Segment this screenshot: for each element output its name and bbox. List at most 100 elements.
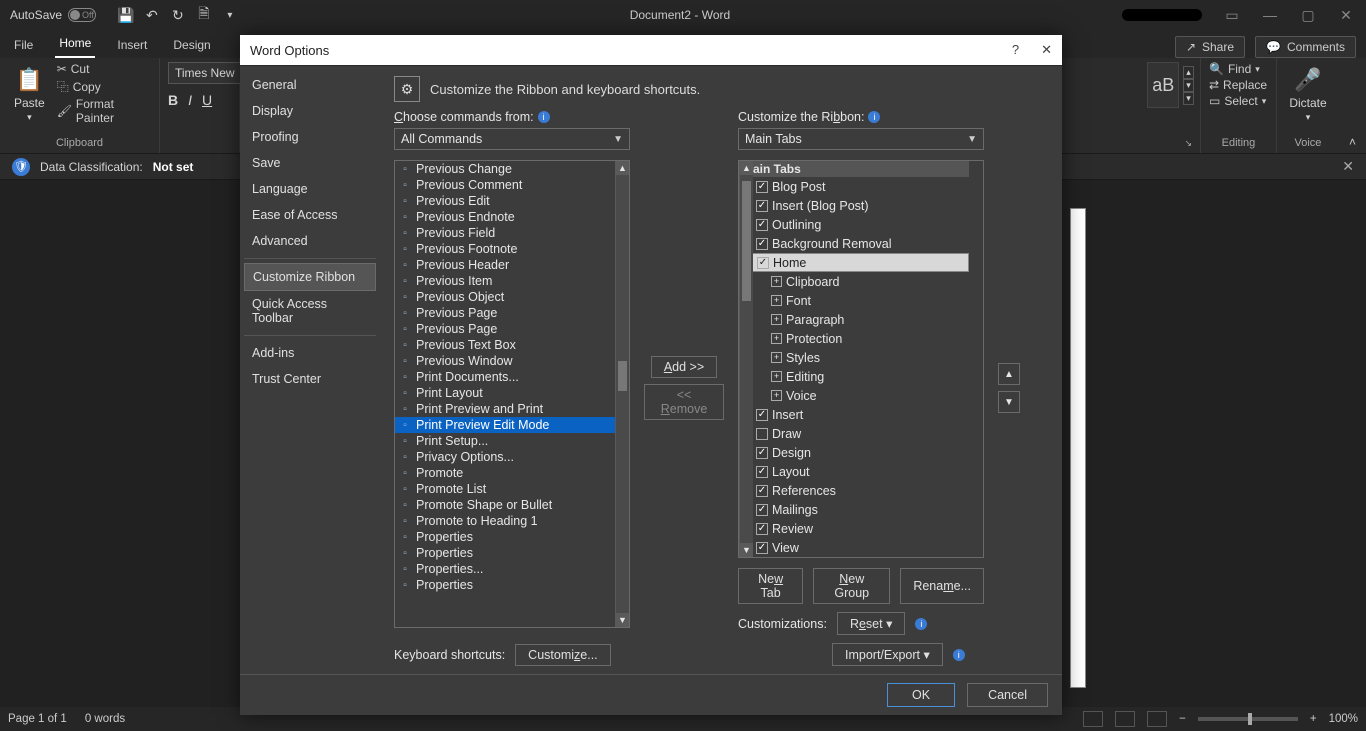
tab-insert[interactable]: Insert (113, 34, 151, 58)
commands-listbox[interactable]: ▫Previous Change▫Previous Comment▫Previo… (394, 160, 630, 628)
tab-home[interactable]: Home (55, 32, 95, 58)
new-group-button[interactable]: New Group (813, 568, 890, 604)
dialog-close-icon[interactable]: ✕ (1041, 42, 1052, 58)
zoom-slider[interactable] (1198, 717, 1298, 721)
tree-node[interactable]: +Insert (739, 405, 969, 424)
command-item[interactable]: ▫Previous Item (395, 273, 615, 289)
sidebar-item-ease-of-access[interactable]: Ease of Access (244, 202, 376, 228)
save-icon[interactable]: 💾 (118, 7, 134, 23)
styles-up-icon[interactable]: ▴ (1183, 66, 1194, 79)
scroll-up-icon[interactable]: ▲ (616, 161, 629, 175)
command-item[interactable]: ▫Previous Window (395, 353, 615, 369)
tree-node[interactable]: +Draw (739, 424, 969, 443)
format-painter-button[interactable]: 🖌Format Painter (57, 97, 151, 125)
cancel-button[interactable]: Cancel (967, 683, 1048, 707)
checkbox[interactable] (756, 447, 768, 459)
italic-button[interactable]: I (188, 92, 192, 108)
copy-button[interactable]: ⿻Copy (57, 78, 151, 95)
tree-node[interactable]: +Font (739, 291, 969, 310)
tree-node[interactable]: +Editing (739, 367, 969, 386)
command-item[interactable]: ▫Previous Field (395, 225, 615, 241)
font-name-combo[interactable]: Times New (168, 62, 248, 84)
document-page[interactable] (1070, 208, 1086, 688)
scroll-down-icon[interactable]: ▼ (740, 543, 753, 557)
checkbox[interactable] (756, 485, 768, 497)
scroll-thumb[interactable] (618, 361, 627, 391)
help-icon[interactable]: ? (1012, 42, 1019, 58)
checkbox[interactable] (756, 428, 768, 440)
ok-button[interactable]: OK (887, 683, 955, 707)
read-mode-icon[interactable] (1083, 711, 1103, 727)
command-item[interactable]: ▫Previous Page (395, 305, 615, 321)
tree-node[interactable]: +Paragraph (739, 310, 969, 329)
command-item[interactable]: ▫Promote (395, 465, 615, 481)
reset-button[interactable]: Reset ▾ (837, 612, 905, 635)
tree-node[interactable]: +Design (739, 443, 969, 462)
sidebar-item-display[interactable]: Display (244, 98, 376, 124)
tree-node[interactable]: +Outlining (739, 215, 969, 234)
sidebar-item-addins[interactable]: Add-ins (244, 340, 376, 366)
command-item[interactable]: ▫Previous Header (395, 257, 615, 273)
new-tab-button[interactable]: New Tab (738, 568, 803, 604)
document-icon[interactable]: 🗎 (196, 7, 212, 23)
tab-file[interactable]: File (10, 34, 37, 58)
command-item[interactable]: ▫Previous Change (395, 161, 615, 177)
command-item[interactable]: ▫Privacy Options... (395, 449, 615, 465)
tree-node[interactable]: +Styles (739, 348, 969, 367)
customize-keyboard-button[interactable]: Customize... (515, 644, 610, 666)
tree-node[interactable]: +Voice (739, 386, 969, 405)
tree-node[interactable]: +Background Removal (739, 234, 969, 253)
dialog-launcher-icon[interactable]: ↘ (1184, 138, 1192, 149)
command-item[interactable]: ▫Promote to Heading 1 (395, 513, 615, 529)
command-item[interactable]: ▫Print Preview and Print (395, 401, 615, 417)
replace-button[interactable]: ⇄Replace (1209, 78, 1267, 92)
find-button[interactable]: 🔍Find ▾ (1209, 62, 1267, 76)
expand-icon[interactable]: + (771, 352, 782, 363)
move-down-button[interactable]: ▼ (998, 391, 1020, 413)
sidebar-item-save[interactable]: Save (244, 150, 376, 176)
expand-icon[interactable]: + (771, 314, 782, 325)
expand-icon[interactable]: + (771, 390, 782, 401)
command-item[interactable]: ▫Previous Text Box (395, 337, 615, 353)
collapse-ribbon-icon[interactable]: ˄ (1339, 131, 1366, 153)
style-box[interactable]: aB (1147, 62, 1179, 108)
ribbon-tree[interactable]: Main Tabs+Blog Post+Insert (Blog Post)+O… (738, 160, 984, 558)
print-layout-icon[interactable] (1115, 711, 1135, 727)
select-button[interactable]: ▭Select ▾ (1209, 94, 1267, 108)
scrollbar[interactable]: ▲ ▼ (739, 161, 753, 557)
web-layout-icon[interactable] (1147, 711, 1167, 727)
command-item[interactable]: ▫Print Documents... (395, 369, 615, 385)
checkbox[interactable] (756, 523, 768, 535)
command-item[interactable]: ▫Properties (395, 545, 615, 561)
import-export-button[interactable]: Import/Export ▾ (832, 643, 943, 666)
close-icon[interactable]: ✕ (1338, 9, 1354, 21)
ribbon-display-icon[interactable]: ▭ (1224, 9, 1240, 21)
scroll-thumb[interactable] (742, 181, 751, 301)
tree-node[interactable]: +Mailings (739, 500, 969, 519)
sidebar-item-advanced[interactable]: Advanced (244, 228, 376, 254)
sidebar-item-trust-center[interactable]: Trust Center (244, 366, 376, 392)
command-item[interactable]: ▫Previous Endnote (395, 209, 615, 225)
scrollbar[interactable]: ▲ ▼ (615, 161, 629, 627)
checkbox[interactable] (757, 257, 769, 269)
tree-node[interactable]: +Insert (Blog Post) (739, 196, 969, 215)
scroll-up-icon[interactable]: ▲ (740, 161, 753, 175)
styles-down-icon[interactable]: ▾ (1183, 79, 1194, 92)
sidebar-item-general[interactable]: General (244, 72, 376, 98)
customize-ribbon-combo[interactable]: Main Tabs ▼ (738, 128, 984, 150)
checkbox[interactable] (756, 409, 768, 421)
command-item[interactable]: ▫Properties... (395, 561, 615, 577)
sidebar-item-language[interactable]: Language (244, 176, 376, 202)
checkbox[interactable] (756, 238, 768, 250)
tree-node[interactable]: +References (739, 481, 969, 500)
command-item[interactable]: ▫Print Preview Edit Mode (395, 417, 615, 433)
command-item[interactable]: ▫Print Setup... (395, 433, 615, 449)
command-item[interactable]: ▫Previous Object (395, 289, 615, 305)
command-item[interactable]: ▫Previous Edit (395, 193, 615, 209)
command-item[interactable]: ▫Print Layout (395, 385, 615, 401)
autosave-control[interactable]: AutoSave Off (10, 8, 94, 22)
dictate-button[interactable]: 🎤 Dictate ▾ (1283, 62, 1332, 127)
command-item[interactable]: ▫Properties (395, 529, 615, 545)
tree-node[interactable]: +Clipboard (739, 272, 969, 291)
maximize-icon[interactable]: ▢ (1300, 9, 1316, 21)
